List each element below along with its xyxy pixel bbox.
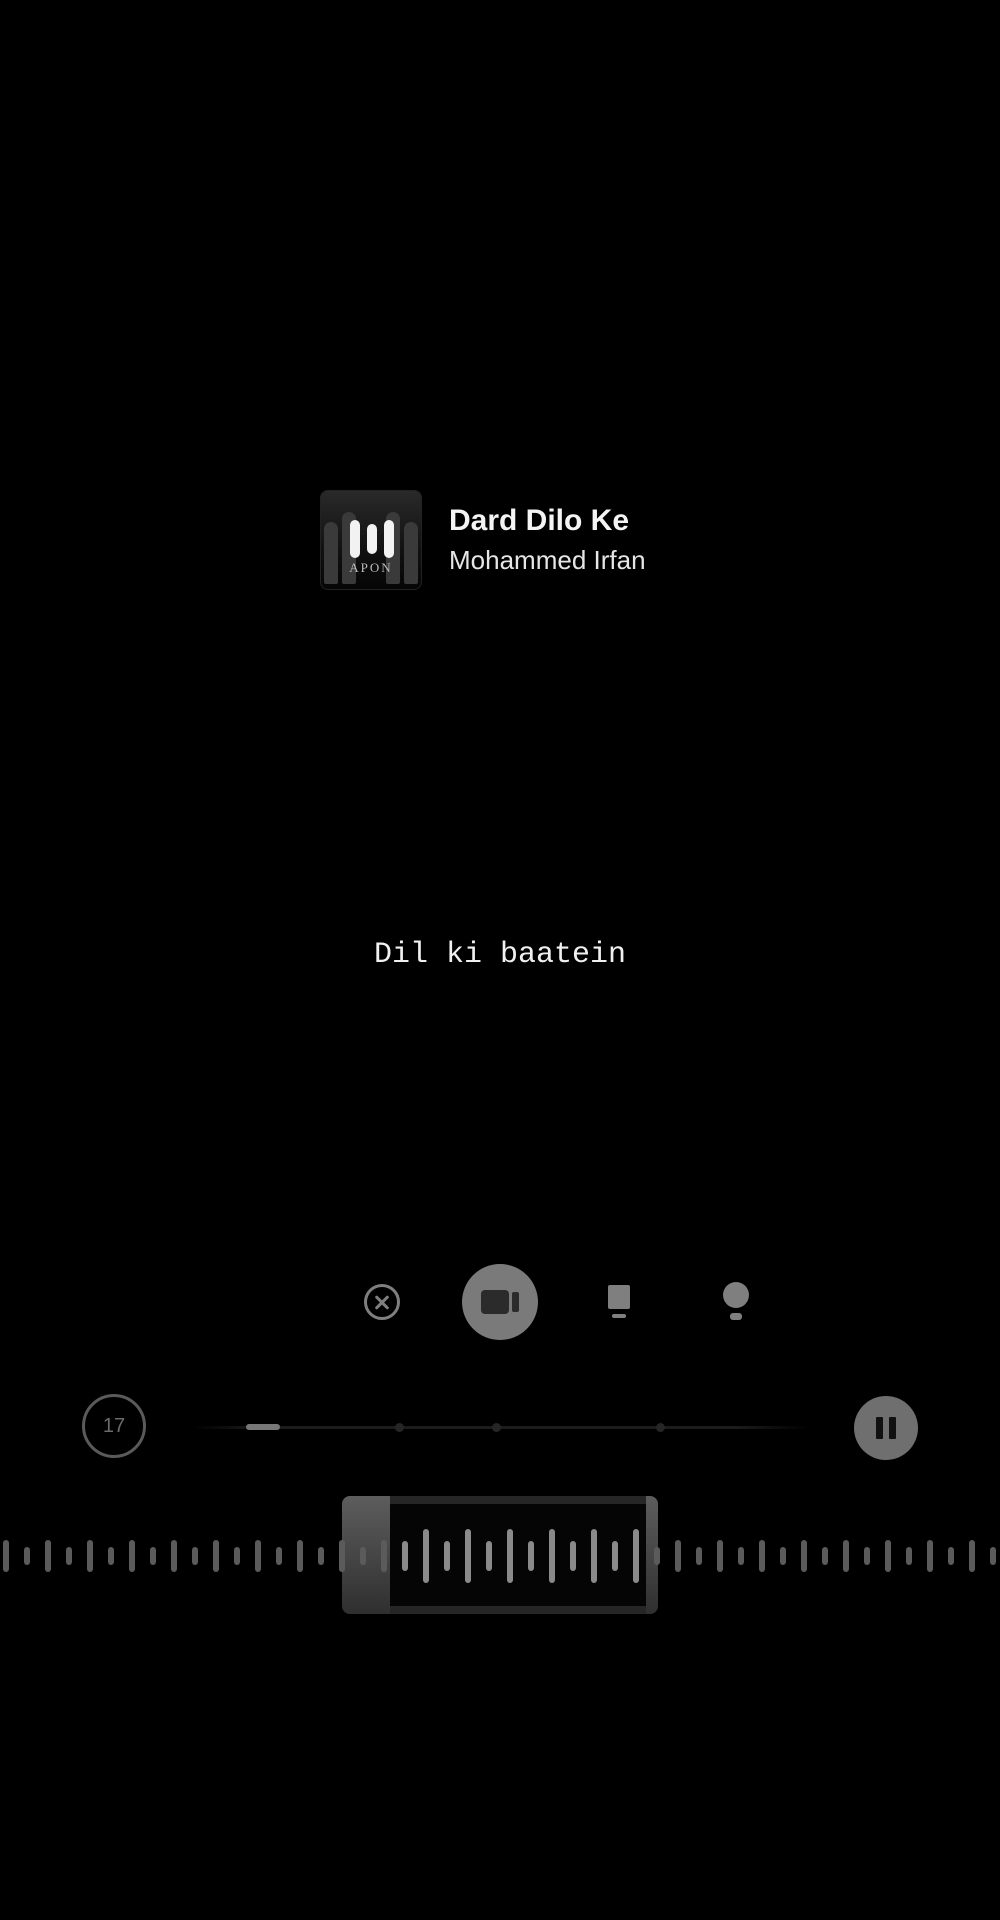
- waveform-bar: [822, 1547, 828, 1565]
- waveform-bar: [717, 1540, 723, 1572]
- progress-marker: [656, 1423, 665, 1432]
- waveform-bar: [234, 1547, 240, 1565]
- waveform-bar: [906, 1547, 912, 1565]
- album-art-text: APON: [349, 560, 393, 575]
- waveform-bar: [381, 1540, 387, 1572]
- waveform-bar: [24, 1547, 30, 1565]
- waveform-bar: [255, 1540, 261, 1572]
- waveform-bar: [213, 1540, 219, 1572]
- waveform-bar: [591, 1529, 597, 1583]
- song-title: Dard Dilo Ke: [449, 504, 630, 537]
- video-mode-button[interactable]: [462, 1264, 538, 1340]
- waveform-bar: [948, 1547, 954, 1565]
- song-artist: Mohammed Irfan: [449, 545, 646, 575]
- waveform-bar: [171, 1540, 177, 1572]
- waveform-bar: [297, 1540, 303, 1572]
- waveform-bar: [465, 1529, 471, 1583]
- waveform-bar: [633, 1529, 639, 1583]
- waveform-bar: [864, 1547, 870, 1565]
- waveform-bar: [360, 1547, 366, 1565]
- song-header: APON Dard Dilo Ke Mohammed Irfan: [320, 490, 646, 590]
- song-meta: Dard Dilo Ke Mohammed Irfan: [449, 503, 646, 577]
- waveform-bar: [45, 1540, 51, 1572]
- waveform-bar: [885, 1540, 891, 1572]
- close-button[interactable]: [344, 1264, 420, 1340]
- card-mode-button[interactable]: [581, 1264, 657, 1340]
- progress-marker: [395, 1423, 404, 1432]
- waveform-bar: [801, 1540, 807, 1572]
- waveform-bar: [927, 1540, 933, 1572]
- waveform-bar: [759, 1540, 765, 1572]
- waveform-bar: [108, 1547, 114, 1565]
- close-icon: [364, 1284, 400, 1320]
- waveform-bar: [87, 1540, 93, 1572]
- pause-icon: [876, 1417, 896, 1439]
- waveform-scrubber[interactable]: [0, 1496, 1000, 1616]
- waveform-bar: [969, 1540, 975, 1572]
- waveform-bar: [276, 1547, 282, 1565]
- album-art[interactable]: APON: [320, 490, 422, 590]
- waveform-bar: [192, 1547, 198, 1565]
- selection-window[interactable]: [342, 1496, 658, 1614]
- waveform-bar: [990, 1547, 996, 1565]
- waveform-bar: [150, 1547, 156, 1565]
- pause-button[interactable]: [854, 1396, 918, 1460]
- lyric-line: Dil ki baatein: [373, 938, 627, 972]
- progress-marker: [492, 1423, 501, 1432]
- waveform-bar: [549, 1529, 555, 1583]
- waveform-bar: [612, 1541, 618, 1571]
- bulb-mode-button[interactable]: [698, 1264, 774, 1340]
- video-icon: [481, 1290, 519, 1314]
- waveform-bar: [696, 1547, 702, 1565]
- waveform-bar: [570, 1541, 576, 1571]
- progress-thumb[interactable]: [246, 1424, 280, 1430]
- waveform-bar: [486, 1541, 492, 1571]
- counter-badge[interactable]: 17: [82, 1394, 146, 1458]
- waveform-bar: [738, 1547, 744, 1565]
- waveform-bar: [780, 1547, 786, 1565]
- waveform-bar: [654, 1547, 660, 1565]
- card-icon: [608, 1285, 630, 1319]
- waveform-bar: [339, 1540, 345, 1572]
- waveform-bar: [843, 1540, 849, 1572]
- waveform-bar: [507, 1529, 513, 1583]
- waveform-bar: [444, 1541, 450, 1571]
- waveform-bar: [129, 1540, 135, 1572]
- mode-toolbar: [0, 1264, 1000, 1340]
- progress-track[interactable]: [190, 1423, 810, 1432]
- waveform-bar: [675, 1540, 681, 1572]
- waveform-bar: [66, 1547, 72, 1565]
- waveform-bar: [3, 1540, 9, 1572]
- bulb-icon: [723, 1282, 749, 1322]
- waveform-bar: [423, 1529, 429, 1583]
- waveform-bar: [528, 1541, 534, 1571]
- waveform-bar: [402, 1541, 408, 1571]
- waveform-bar: [318, 1547, 324, 1565]
- album-art-logo: [350, 520, 394, 558]
